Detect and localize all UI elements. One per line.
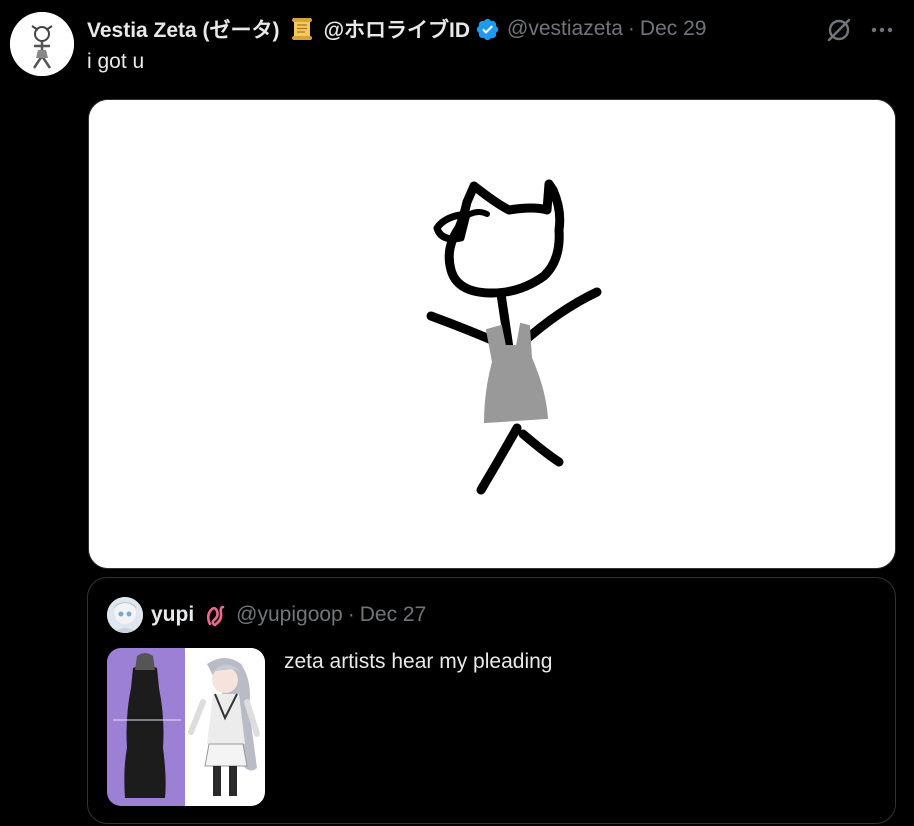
separator-dot: · [627,17,635,40]
avatar[interactable] [10,12,74,76]
timestamp[interactable]: Dec 29 [640,17,707,41]
quote-header: yupi @yupigoop · Dec 27 [151,600,426,630]
quote-text: zeta artists hear my pleading [284,650,553,673]
quote-separator-dot: · [347,603,355,626]
quote-avatar[interactable] [107,597,143,633]
quote-username[interactable]: @yupigoop [236,603,343,627]
display-name[interactable]: Vestia Zeta (ゼータ) [87,14,280,44]
name-suffix: @ホロライブID [323,19,471,42]
tweet[interactable]: Vestia Zeta (ゼータ) @ホロライブID @vestiazeta ·… [0,0,914,826]
quote-display-name[interactable]: yupi [151,603,194,627]
pink-ribbon-emoji-icon [202,602,228,628]
tweet-image[interactable] [88,99,896,569]
quoted-tweet[interactable]: yupi @yupigoop · Dec 27 zeta artists hea… [87,577,896,824]
quote-thumbnail[interactable] [107,648,265,806]
grok-icon[interactable] [825,16,853,44]
scroll-emoji-icon [289,16,315,42]
verified-badge-icon[interactable] [475,17,500,42]
username[interactable]: @vestiazeta [507,17,623,41]
more-options-icon[interactable] [868,16,896,44]
quote-timestamp[interactable]: Dec 27 [360,603,427,627]
tweet-header: Vestia Zeta (ゼータ) @ホロライブID @vestiazeta ·… [87,14,706,44]
tweet-text: i got u [87,50,145,73]
